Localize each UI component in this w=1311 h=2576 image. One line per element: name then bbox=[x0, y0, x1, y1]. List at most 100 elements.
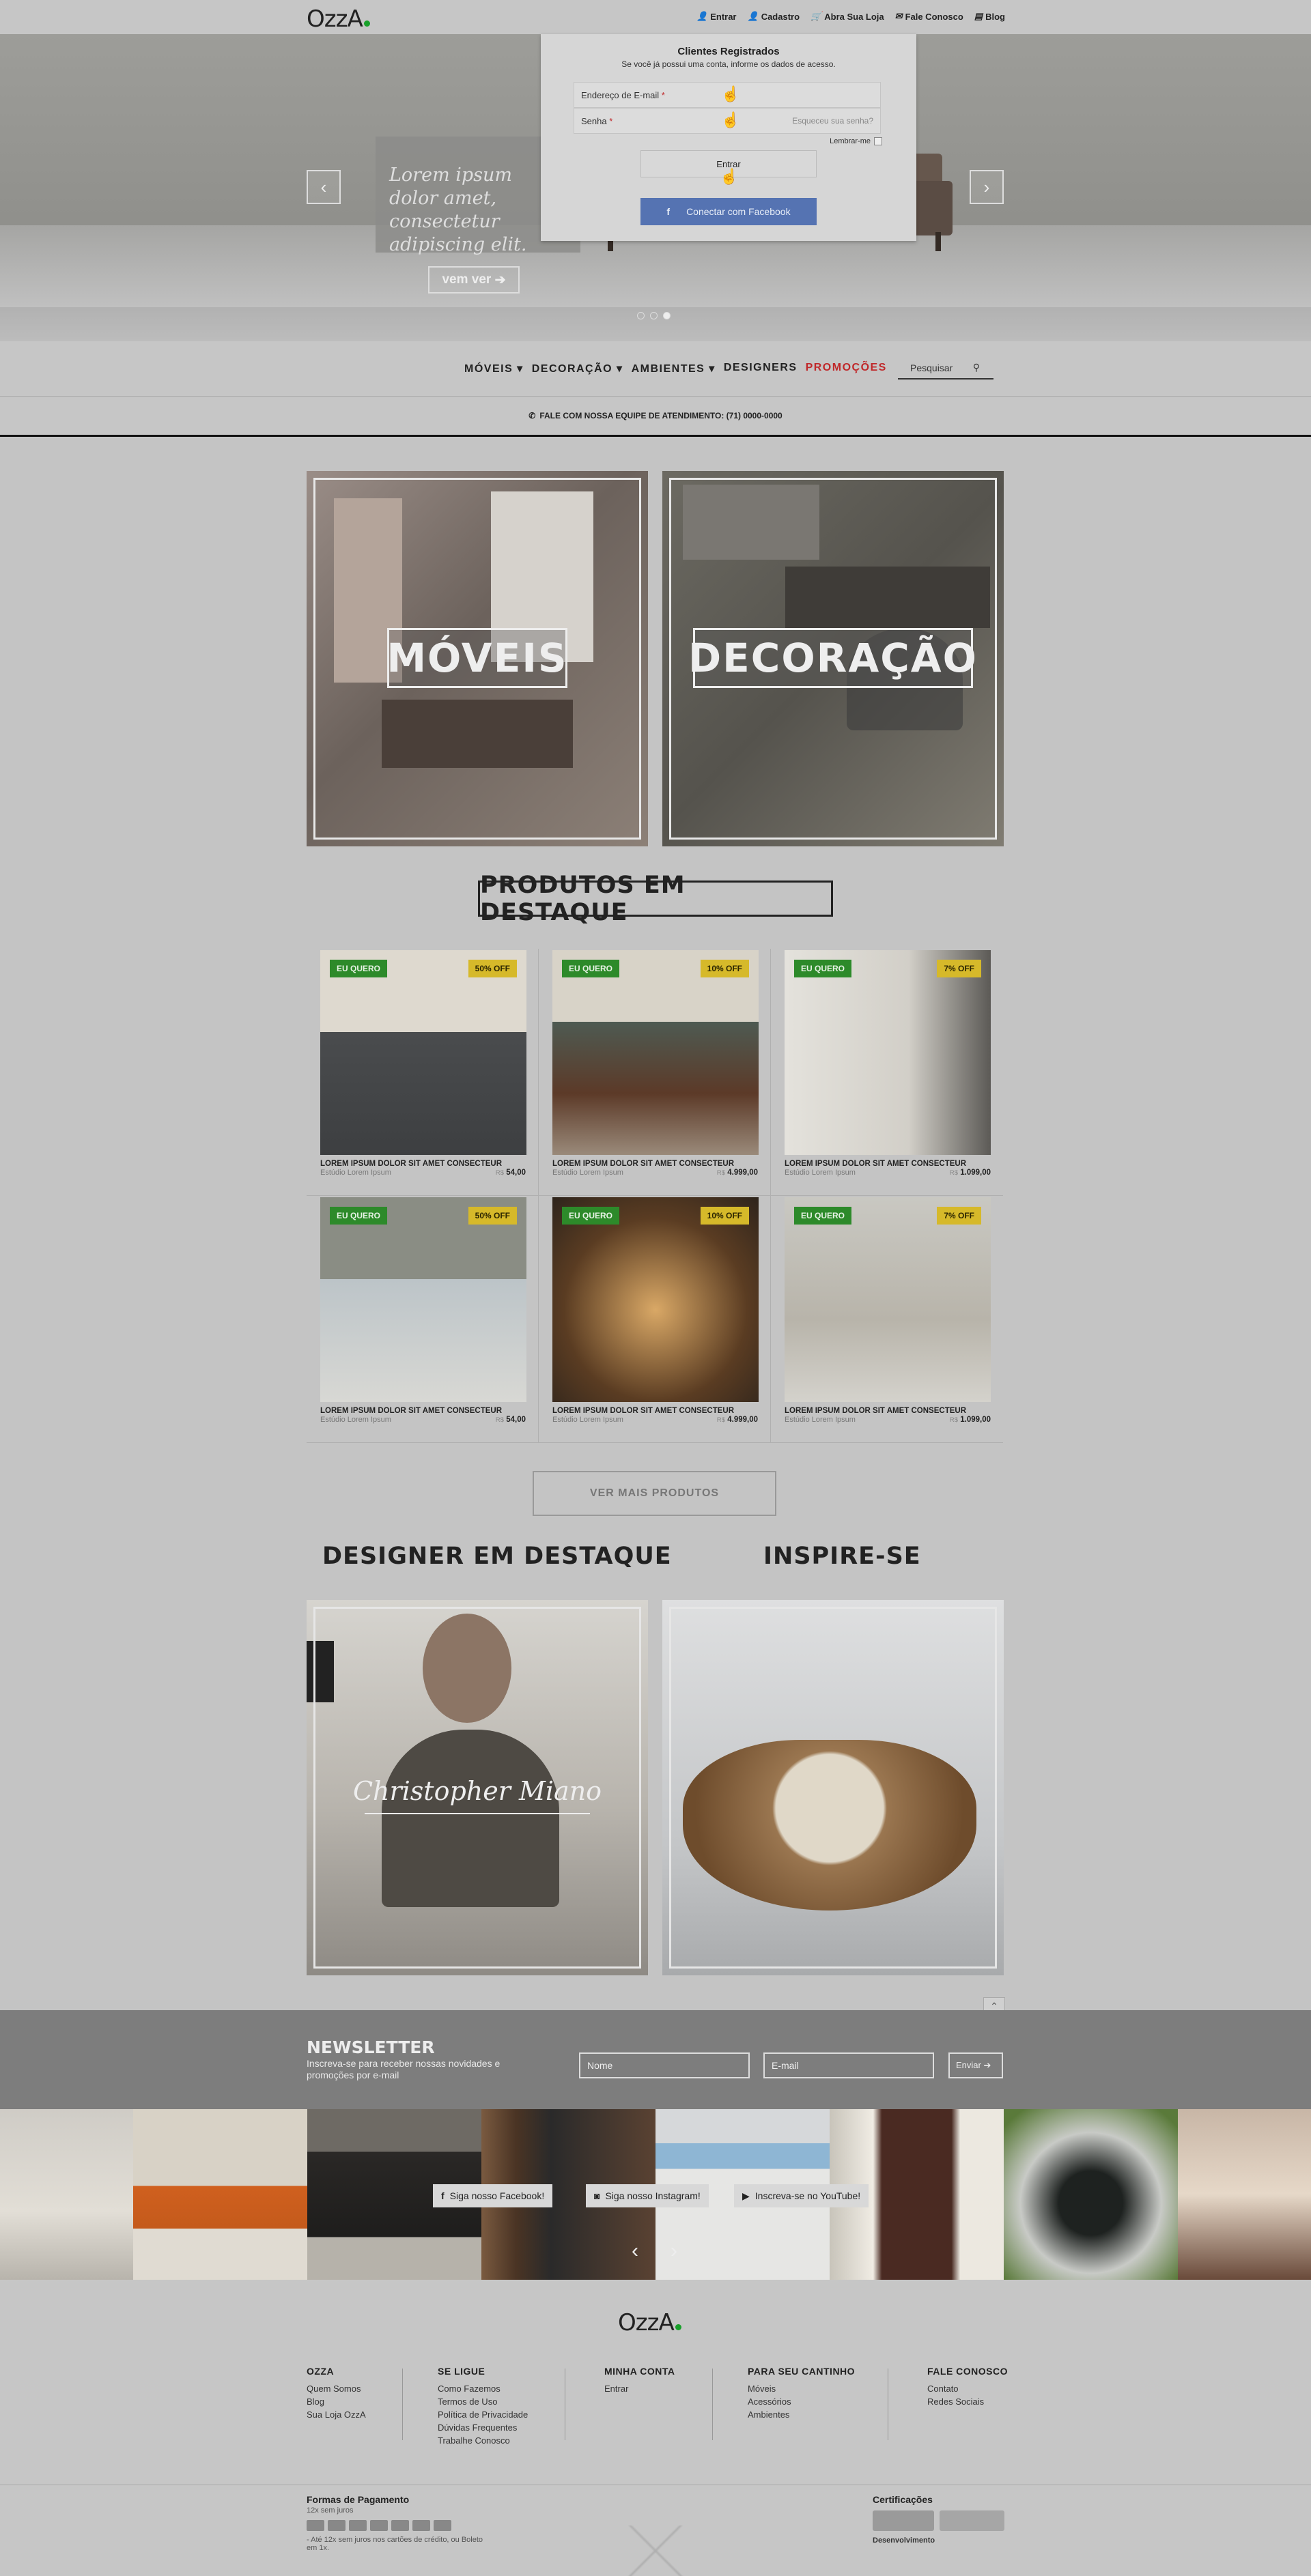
remember-checkbox[interactable] bbox=[874, 137, 882, 145]
strip-image[interactable] bbox=[133, 2109, 307, 2280]
footer-link[interactable]: Blog bbox=[307, 2395, 366, 2408]
logo-dot bbox=[675, 2324, 681, 2330]
google-safe-browsing-icon[interactable] bbox=[940, 2510, 1004, 2531]
open-store-link[interactable]: 🛒 Abra Sua Loja bbox=[810, 11, 884, 22]
inspire-panel[interactable] bbox=[662, 1600, 1004, 1975]
product-image[interactable]: EU QUERO 10% OFF bbox=[552, 950, 759, 1155]
designer-panel[interactable]: Christopher Miano bbox=[307, 1600, 648, 1975]
instagram-follow-button[interactable]: ◙ Siga nosso Instagram! bbox=[586, 2184, 709, 2207]
email-field[interactable]: Endereço de E-mail * ☝ bbox=[574, 82, 881, 108]
slider-next-button[interactable]: › bbox=[970, 170, 1004, 204]
hero-text: Lorem ipsum dolor amet, consectetur adip… bbox=[389, 164, 527, 255]
product-name[interactable]: LOREM IPSUM DOLOR SIT AMET CONSECTEUR bbox=[785, 1160, 966, 1168]
remember-me[interactable]: Lembrar-me bbox=[830, 137, 882, 145]
category-moveis[interactable]: MÓVEIS bbox=[307, 471, 648, 846]
search-input[interactable]: Pesquisar ⚲ bbox=[898, 357, 993, 380]
product-card[interactable]: EU QUERO 7% OFF LOREM IPSUM DOLOR SIT AM… bbox=[771, 1196, 1003, 1443]
blog-link[interactable]: ▤ Blog bbox=[974, 11, 1005, 22]
product-name[interactable]: LOREM IPSUM DOLOR SIT AMET CONSECTEUR bbox=[552, 1407, 734, 1415]
product-name[interactable]: LOREM IPSUM DOLOR SIT AMET CONSECTEUR bbox=[320, 1160, 502, 1168]
footer-link[interactable]: Acessórios bbox=[748, 2395, 855, 2408]
search-icon[interactable]: ⚲ bbox=[973, 362, 980, 373]
footer-link[interactable]: Termos de Uso bbox=[438, 2395, 528, 2408]
product-card[interactable]: EU QUERO 50% OFF LOREM IPSUM DOLOR SIT A… bbox=[307, 949, 539, 1196]
footer-link[interactable]: Política de Privacidade bbox=[438, 2408, 528, 2421]
strip-image[interactable] bbox=[1178, 2109, 1311, 2280]
menu-ambientes[interactable]: AMBIENTES ▾ bbox=[632, 362, 716, 375]
login-title: Clientes Registrados bbox=[677, 46, 780, 57]
product-image[interactable]: EU QUERO 50% OFF bbox=[320, 1197, 526, 1402]
footer-link[interactable]: Quem Somos bbox=[307, 2382, 366, 2395]
product-card[interactable]: EU QUERO 50% OFF LOREM IPSUM DOLOR SIT A… bbox=[307, 1196, 539, 1443]
strip-next-button[interactable]: › bbox=[660, 2237, 688, 2265]
secure-badge-icon[interactable] bbox=[873, 2510, 934, 2531]
footer-link[interactable]: Móveis bbox=[748, 2382, 855, 2395]
footer-link[interactable]: Sua Loja OzzA bbox=[307, 2408, 366, 2421]
want-button[interactable]: EU QUERO bbox=[562, 1207, 620, 1225]
email-label: Endereço de E-mail bbox=[581, 89, 660, 100]
discount-badge: 7% OFF bbox=[937, 960, 981, 977]
elo-icon bbox=[391, 2520, 409, 2531]
want-button[interactable]: EU QUERO bbox=[794, 960, 852, 977]
product-card[interactable]: EU QUERO 10% OFF LOREM IPSUM DOLOR SIT A… bbox=[539, 1196, 771, 1443]
register-link[interactable]: 👤 Cadastro bbox=[748, 11, 800, 22]
product-image[interactable]: EU QUERO 50% OFF bbox=[320, 950, 526, 1155]
footer-link[interactable]: Entrar bbox=[604, 2382, 675, 2395]
slider-dot[interactable] bbox=[650, 312, 658, 319]
menu-decoracao[interactable]: DECORAÇÃO ▾ bbox=[532, 362, 623, 375]
footer-col-se-ligue: SE LIGUE Como Fazemos Termos de Uso Polí… bbox=[438, 2366, 528, 2447]
strip-image[interactable] bbox=[0, 2109, 133, 2280]
facebook-follow-label: Siga nosso Facebook! bbox=[449, 2190, 545, 2201]
youtube-follow-button[interactable]: ▶ Inscreva-se no YouTube! bbox=[734, 2184, 869, 2207]
product-image[interactable]: EU QUERO 10% OFF bbox=[552, 1197, 759, 1402]
slider-dot-active[interactable] bbox=[663, 312, 671, 319]
logo[interactable]: OzzA bbox=[307, 5, 370, 33]
forgot-password-link[interactable]: Esqueceu sua senha? bbox=[792, 116, 873, 126]
want-button[interactable]: EU QUERO bbox=[330, 960, 388, 977]
product-image[interactable]: EU QUERO 7% OFF bbox=[785, 950, 991, 1155]
login-link[interactable]: 👤 Entrar bbox=[696, 11, 736, 22]
newsletter-name-input[interactable]: Nome bbox=[579, 2052, 750, 2078]
footer-link[interactable]: Dúvidas Frequentes bbox=[438, 2421, 528, 2434]
more-products-button[interactable]: VER MAIS PRODUTOS bbox=[533, 1471, 776, 1516]
footer-link[interactable]: Trabalhe Conosco bbox=[438, 2434, 528, 2447]
product-name[interactable]: LOREM IPSUM DOLOR SIT AMET CONSECTEUR bbox=[552, 1160, 734, 1168]
inspire-title: INSPIRE-SE bbox=[763, 1543, 921, 1570]
product-price: R$ 54,00 bbox=[495, 1416, 526, 1424]
category-decoracao[interactable]: DECORAÇÃO bbox=[662, 471, 1004, 846]
strip-image[interactable] bbox=[1004, 2109, 1178, 2280]
product-image[interactable]: EU QUERO 7% OFF bbox=[785, 1197, 991, 1402]
footer-link[interactable]: Ambientes bbox=[748, 2408, 855, 2421]
contact-link[interactable]: ✉ Fale Conosco bbox=[895, 11, 963, 22]
product-name[interactable]: LOREM IPSUM DOLOR SIT AMET CONSECTEUR bbox=[320, 1407, 502, 1415]
facebook-follow-button[interactable]: f Siga nosso Facebook! bbox=[433, 2184, 553, 2207]
developer-label: Desenvolvimento bbox=[873, 2536, 935, 2545]
footer-link[interactable]: Redes Sociais bbox=[927, 2395, 1008, 2408]
cert-title: Certificações bbox=[873, 2494, 933, 2505]
footer-link[interactable]: Como Fazemos bbox=[438, 2382, 528, 2395]
want-button[interactable]: EU QUERO bbox=[562, 960, 620, 977]
footer-logo[interactable]: OzzA bbox=[618, 2309, 681, 2336]
product-card[interactable]: EU QUERO 10% OFF LOREM IPSUM DOLOR SIT A… bbox=[539, 949, 771, 1196]
remember-label: Lembrar-me bbox=[830, 137, 871, 145]
newsletter-submit-button[interactable]: Enviar ➔ bbox=[948, 2052, 1003, 2078]
newsletter-email-input[interactable]: E-mail bbox=[763, 2052, 934, 2078]
product-name[interactable]: LOREM IPSUM DOLOR SIT AMET CONSECTEUR bbox=[785, 1407, 966, 1415]
slider-dot[interactable] bbox=[637, 312, 645, 319]
strip-prev-button[interactable]: ‹ bbox=[621, 2237, 649, 2265]
menu-promocoes[interactable]: PROMOÇÕES bbox=[806, 362, 887, 375]
footer-link[interactable]: Contato bbox=[927, 2382, 1008, 2395]
footer-col-title: FALE CONOSCO bbox=[927, 2366, 1009, 2377]
want-button[interactable]: EU QUERO bbox=[794, 1207, 852, 1225]
menu-designers[interactable]: DESIGNERS bbox=[724, 362, 798, 375]
page: OzzA 👤 Entrar 👤 Cadastro 🛒 Abra Sua Loja ✉ F… bbox=[0, 0, 1311, 2576]
facebook-icon: f bbox=[441, 2190, 445, 2201]
hero-cta-button[interactable]: vem ver ➔ bbox=[428, 266, 520, 294]
phone-text: FALE COM NOSSA EQUIPE DE ATENDIMENTO: (7… bbox=[539, 411, 783, 420]
facebook-login-button[interactable]: f Conectar com Facebook bbox=[640, 198, 817, 225]
password-field[interactable]: Senha * ☝ Esqueceu sua senha? bbox=[574, 108, 881, 134]
menu-moveis[interactable]: MÓVEIS ▾ bbox=[464, 362, 524, 375]
product-card[interactable]: EU QUERO 7% OFF LOREM IPSUM DOLOR SIT AM… bbox=[771, 949, 1003, 1196]
want-button[interactable]: EU QUERO bbox=[330, 1207, 388, 1225]
slider-prev-button[interactable]: ‹ bbox=[307, 170, 341, 204]
